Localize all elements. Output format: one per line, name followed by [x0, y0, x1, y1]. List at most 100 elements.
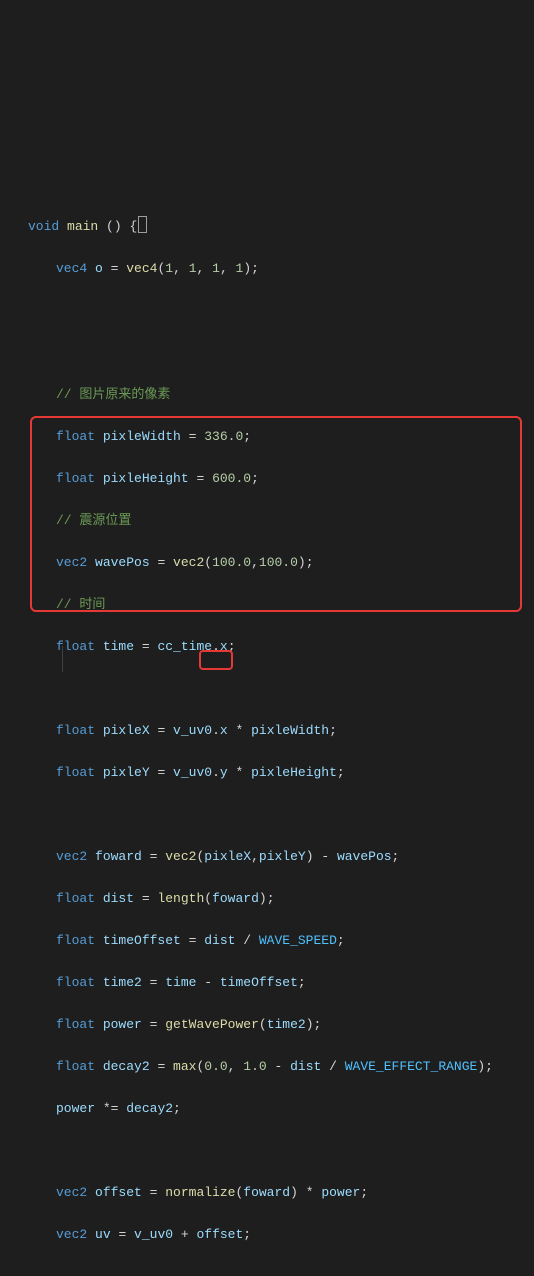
- variable: timeOffset: [103, 933, 181, 948]
- comment: // 时间: [56, 597, 105, 612]
- variable: pixleHeight: [251, 765, 337, 780]
- variable: y: [220, 765, 228, 780]
- blank-line[interactable]: [0, 1140, 534, 1161]
- number: 100.0: [259, 555, 298, 570]
- punct: ,: [220, 261, 236, 276]
- keyword: float: [56, 765, 95, 780]
- blank-line[interactable]: [0, 1266, 534, 1276]
- code-line[interactable]: float decay2 = max(0.0, 1.0 - dist / WAV…: [0, 1056, 534, 1077]
- punct: ;: [251, 471, 259, 486]
- code-line[interactable]: float time = cc_time.x;: [0, 636, 534, 657]
- function: normalize: [165, 1185, 235, 1200]
- code-line[interactable]: float pixleY = v_uv0.y * pixleHeight;: [0, 762, 534, 783]
- blank-line[interactable]: [0, 804, 534, 825]
- constant: WAVE_EFFECT_RANGE: [345, 1059, 478, 1074]
- punct: ;: [243, 429, 251, 444]
- variable: offset: [95, 1185, 142, 1200]
- variable: offset: [196, 1227, 243, 1242]
- comment: // 震源位置: [56, 513, 131, 528]
- variable: x: [220, 723, 228, 738]
- variable: pixleY: [103, 765, 150, 780]
- code-line[interactable]: float pixleHeight = 600.0;: [0, 468, 534, 489]
- op: =: [150, 555, 173, 570]
- code-editor[interactable]: void main () { vec4 o = vec4(1, 1, 1, 1)…: [0, 90, 534, 1276]
- keyword: float: [56, 933, 95, 948]
- code-line[interactable]: void main () {: [0, 216, 534, 237]
- cursor: [138, 216, 147, 233]
- variable: v_uv0: [173, 723, 212, 738]
- code-line[interactable]: // 图片原来的像素: [0, 384, 534, 405]
- indent-guide: [62, 646, 63, 672]
- code-line[interactable]: vec2 offset = normalize(foward) * power;: [0, 1182, 534, 1203]
- code-line[interactable]: power *= decay2;: [0, 1098, 534, 1119]
- op: =: [150, 765, 173, 780]
- variable: timeOffset: [220, 975, 298, 990]
- punct: .: [212, 639, 220, 654]
- number: 1: [189, 261, 197, 276]
- variable: v_uv0: [173, 765, 212, 780]
- code-line[interactable]: vec2 uv = v_uv0 + offset;: [0, 1224, 534, 1245]
- punct: );: [243, 261, 259, 276]
- variable: foward: [212, 891, 259, 906]
- variable: o: [95, 261, 103, 276]
- code-line[interactable]: float dist = length(foward);: [0, 888, 534, 909]
- variable: pixleX: [103, 723, 150, 738]
- code-line[interactable]: vec4 o = vec4(1, 1, 1, 1);: [0, 258, 534, 279]
- number: 0.0: [204, 1059, 227, 1074]
- op: =: [111, 1227, 134, 1242]
- blank-line[interactable]: [0, 678, 534, 699]
- variable: time: [165, 975, 196, 990]
- function: vec2: [165, 849, 196, 864]
- variable: power: [56, 1101, 95, 1116]
- code-line[interactable]: float timeOffset = dist / WAVE_SPEED;: [0, 930, 534, 951]
- code-line[interactable]: vec2 foward = vec2(pixleX,pixleY) - wave…: [0, 846, 534, 867]
- keyword: float: [56, 723, 95, 738]
- keyword: vec2: [56, 555, 87, 570]
- blank-line[interactable]: [0, 300, 534, 321]
- variable: decay2: [103, 1059, 150, 1074]
- op: =: [150, 1059, 173, 1074]
- code-line[interactable]: // 震源位置: [0, 510, 534, 531]
- function: length: [157, 891, 204, 906]
- function: max: [173, 1059, 196, 1074]
- variable: cc_time: [157, 639, 212, 654]
- variable: dist: [103, 891, 134, 906]
- function: vec2: [173, 555, 204, 570]
- code-line[interactable]: float power = getWavePower(time2);: [0, 1014, 534, 1035]
- variable: foward: [95, 849, 142, 864]
- op: =: [134, 639, 157, 654]
- keyword: vec4: [56, 261, 87, 276]
- variable: time2: [267, 1017, 306, 1032]
- variable: pixleHeight: [103, 471, 189, 486]
- number: 1: [212, 261, 220, 276]
- keyword: float: [56, 1017, 95, 1032]
- comment: // 图片原来的像素: [56, 387, 170, 402]
- variable: dist: [290, 1059, 321, 1074]
- keyword: float: [56, 891, 95, 906]
- op: =: [181, 429, 204, 444]
- code-line[interactable]: vec2 wavePos = vec2(100.0,100.0);: [0, 552, 534, 573]
- number: 600.0: [212, 471, 251, 486]
- variable: uv: [95, 1227, 111, 1242]
- variable: wavePos: [337, 849, 392, 864]
- punct: (): [98, 219, 129, 234]
- variable: dist: [204, 933, 235, 948]
- variable: v_uv0: [134, 1227, 173, 1242]
- variable: pixleWidth: [251, 723, 329, 738]
- op: =: [189, 471, 212, 486]
- number: 336.0: [204, 429, 243, 444]
- punct: {: [129, 219, 137, 234]
- code-line[interactable]: float pixleX = v_uv0.x * pixleWidth;: [0, 720, 534, 741]
- variable: x: [220, 639, 228, 654]
- function: main: [67, 219, 98, 234]
- number: 1: [165, 261, 173, 276]
- number: 1.0: [243, 1059, 266, 1074]
- blank-line[interactable]: [0, 342, 534, 363]
- code-line[interactable]: // 时间: [0, 594, 534, 615]
- code-line[interactable]: float pixleWidth = 336.0;: [0, 426, 534, 447]
- variable: wavePos: [95, 555, 150, 570]
- function: vec4: [126, 261, 157, 276]
- code-line[interactable]: float time2 = time - timeOffset;: [0, 972, 534, 993]
- op: =: [142, 975, 165, 990]
- op: =: [142, 1185, 165, 1200]
